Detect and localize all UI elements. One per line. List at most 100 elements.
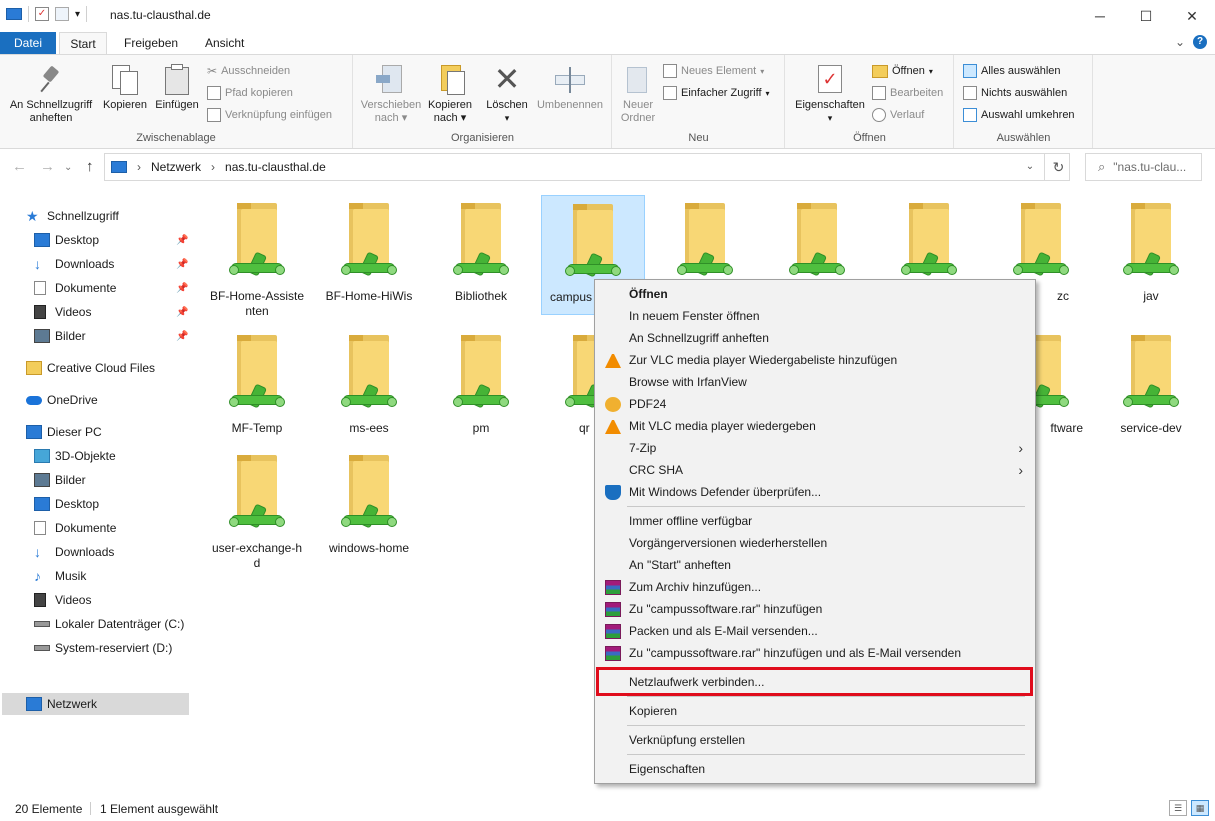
menu-item-properties[interactable]: Eigenschaften xyxy=(597,758,1033,780)
network-folder-icon xyxy=(453,335,509,415)
sidebar-item-qa-downloads[interactable]: ↓ Downloads 📌 xyxy=(34,253,192,275)
qat-divider xyxy=(86,6,88,22)
sidebar-item-onedrive[interactable]: OneDrive xyxy=(26,389,98,411)
breadcrumb-separator[interactable]: › xyxy=(137,160,141,174)
pin-icon: 📌 xyxy=(176,306,189,318)
menu-item-open-new-window[interactable]: In neuem Fenster öffnen xyxy=(597,305,1033,327)
back-button[interactable]: ← xyxy=(12,158,27,175)
menu-item-open[interactable]: Öffnen xyxy=(597,283,1033,305)
properties-button[interactable]: ✓ Eigenschaften ▾ xyxy=(790,59,870,125)
menu-item-add-archive[interactable]: Zum Archiv hinzufügen... xyxy=(597,576,1033,598)
search-input[interactable]: ⌕ "nas.tu-clau... xyxy=(1085,153,1202,181)
select-all-button[interactable]: Alles auswählen xyxy=(963,62,1061,80)
menu-item-crc-sha[interactable]: CRC SHA › xyxy=(597,459,1033,481)
menu-item-7zip[interactable]: 7-Zip › xyxy=(597,437,1033,459)
sidebar-item-qa-pictures[interactable]: Bilder 📌 xyxy=(34,325,192,347)
menu-item-add-rar[interactable]: Zu "campussoftware.rar" hinzufügen xyxy=(597,598,1033,620)
qat-dropdown-icon[interactable]: ▾ xyxy=(75,9,80,20)
network-share-item[interactable]: pm xyxy=(429,327,533,447)
sidebar-item-pc-documents[interactable]: Dokumente xyxy=(34,517,116,539)
properties-qat-icon[interactable]: ✓ xyxy=(35,7,49,21)
network-share-item[interactable]: user-exchange-hd xyxy=(205,447,309,570)
sidebar-item-pc-videos[interactable]: Videos xyxy=(34,589,91,611)
close-button[interactable]: ✕ xyxy=(1169,0,1215,32)
menu-item-copy[interactable]: Kopieren xyxy=(597,700,1033,722)
select-none-button[interactable]: Nichts auswählen xyxy=(963,84,1067,102)
copy-path-button[interactable]: Pfad kopieren xyxy=(207,84,293,102)
details-view-icon[interactable]: ☰ xyxy=(1169,800,1187,816)
sidebar-item-drive-c[interactable]: Lokaler Datenträger (C:) xyxy=(34,613,184,635)
network-share-item[interactable]: Bibliothek xyxy=(429,195,533,315)
network-share-item[interactable]: MF-Temp xyxy=(205,327,309,447)
new-item-button[interactable]: Neues Element ▾ xyxy=(663,62,764,80)
new-folder-button[interactable]: Neuer Ordner xyxy=(615,59,661,125)
tab-start[interactable]: Start xyxy=(59,32,107,54)
menu-item-pin-start[interactable]: An "Start" anheften xyxy=(597,554,1033,576)
recent-locations-button[interactable]: ⌄ xyxy=(64,162,72,173)
copy-button[interactable]: Kopieren xyxy=(100,59,150,112)
edit-button[interactable]: Bearbeiten xyxy=(872,84,943,102)
ribbon-expand-icon[interactable]: ⌄ xyxy=(1175,35,1185,49)
breadcrumb-separator[interactable]: › xyxy=(211,160,215,174)
menu-item-rar-email[interactable]: Zu "campussoftware.rar" hinzufügen und a… xyxy=(597,642,1033,664)
address-dropdown-icon[interactable]: ⌄ xyxy=(1018,153,1042,181)
sidebar-item-pc-desktop[interactable]: Desktop xyxy=(34,493,99,515)
delete-button[interactable]: ✕ Löschen ▾ xyxy=(482,59,532,125)
history-button[interactable]: Verlauf xyxy=(872,106,924,124)
breadcrumb-network[interactable]: Netzwerk xyxy=(151,160,201,174)
menu-item-pin-quick-access[interactable]: An Schnellzugriff anheften xyxy=(597,327,1033,349)
menu-item-pack-email[interactable]: Packen und als E-Mail versenden... xyxy=(597,620,1033,642)
network-share-item[interactable]: BF-Home-HiWis xyxy=(317,195,421,315)
invert-selection-button[interactable]: Auswahl umkehren xyxy=(963,106,1075,124)
tab-share[interactable]: Freigeben xyxy=(110,32,192,54)
forward-button[interactable]: → xyxy=(40,158,55,175)
sidebar-item-creative-cloud[interactable]: Creative Cloud Files xyxy=(26,357,155,379)
menu-item-restore-versions[interactable]: Vorgängerversionen wiederherstellen xyxy=(597,532,1033,554)
menu-item-defender-scan[interactable]: Mit Windows Defender überprüfen... xyxy=(597,481,1033,503)
address-bar[interactable]: › Netzwerk › nas.tu-clausthal.de xyxy=(104,153,1070,181)
copy-to-button[interactable]: Kopieren nach ▾ xyxy=(424,59,476,125)
sidebar-item-pc-downloads[interactable]: ↓ Downloads xyxy=(34,541,114,563)
tab-view[interactable]: Ansicht xyxy=(191,32,258,54)
sidebar-item-qa-desktop[interactable]: Desktop 📌 xyxy=(34,229,192,251)
open-button[interactable]: Öffnen ▾ xyxy=(872,62,933,80)
pin-quick-access-button[interactable]: An Schnellzugriff anheften xyxy=(4,59,98,125)
large-icons-view-icon[interactable]: ▦ xyxy=(1191,800,1209,816)
sidebar-item-quick-access[interactable]: ★ Schnellzugriff xyxy=(26,205,119,227)
menu-item-create-shortcut[interactable]: Verknüpfung erstellen xyxy=(597,729,1033,751)
new-folder-qat-icon[interactable] xyxy=(55,7,69,21)
network-share-item[interactable]: jav xyxy=(1099,195,1203,315)
rename-button[interactable]: Umbenennen xyxy=(532,59,608,112)
refresh-button[interactable]: ↻ xyxy=(1044,153,1072,181)
network-share-item[interactable]: BF-Home-Assistenten xyxy=(205,195,309,318)
paste-button[interactable]: Einfügen xyxy=(152,59,202,112)
menu-item-pdf24[interactable]: PDF24 xyxy=(597,393,1033,415)
up-button[interactable]: ↑ xyxy=(86,158,94,175)
maximize-button[interactable]: ☐ xyxy=(1123,0,1169,32)
paste-shortcut-button[interactable]: Verknüpfung einfügen xyxy=(207,106,332,124)
move-to-button[interactable]: Verschieben nach ▾ xyxy=(358,59,424,125)
network-share-item[interactable]: windows-home xyxy=(317,447,421,567)
sidebar-item-music[interactable]: ♪ Musik xyxy=(34,565,86,587)
menu-item-vlc-playlist[interactable]: Zur VLC media player Wiedergabeliste hin… xyxy=(597,349,1033,371)
minimize-button[interactable]: ─ xyxy=(1077,0,1123,32)
sidebar-item-3d-objects[interactable]: 3D-Objekte xyxy=(34,445,116,467)
menu-item-irfanview[interactable]: Browse with IrfanView xyxy=(597,371,1033,393)
menu-item-always-offline[interactable]: Immer offline verfügbar xyxy=(597,510,1033,532)
network-share-item[interactable]: service-dev xyxy=(1099,327,1203,447)
sidebar-item-qa-documents[interactable]: Dokumente 📌 xyxy=(34,277,192,299)
sidebar-item-network[interactable]: Netzwerk xyxy=(2,693,189,715)
easy-access-button[interactable]: Einfacher Zugriff ▾ xyxy=(663,84,770,102)
tab-file[interactable]: Datei xyxy=(0,32,56,54)
file-name: MF-Temp xyxy=(231,421,283,435)
title-bar: ✓ ▾ nas.tu-clausthal.de ─ ☐ ✕ xyxy=(0,0,1215,32)
sidebar-item-drive-d[interactable]: System-reserviert (D:) xyxy=(34,637,172,659)
menu-item-vlc-play[interactable]: Mit VLC media player wiedergeben xyxy=(597,415,1033,437)
sidebar-item-this-pc[interactable]: Dieser PC xyxy=(26,421,102,443)
sidebar-item-qa-videos[interactable]: Videos 📌 xyxy=(34,301,192,323)
breadcrumb-host[interactable]: nas.tu-clausthal.de xyxy=(225,160,326,174)
sidebar-item-pc-pictures[interactable]: Bilder xyxy=(34,469,86,491)
network-share-item[interactable]: ms-ees xyxy=(317,327,421,447)
cut-button[interactable]: ✂ Ausschneiden xyxy=(207,62,290,80)
help-icon[interactable]: ? xyxy=(1193,35,1207,49)
